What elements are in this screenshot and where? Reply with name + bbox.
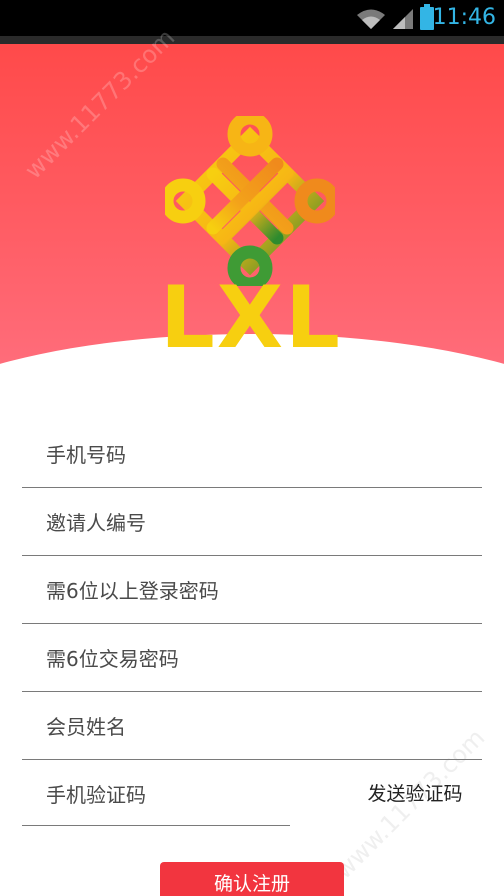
logo-wordmark: LXL	[160, 268, 342, 368]
inviter-id-field	[22, 488, 482, 556]
lxl-knot-logo-icon	[165, 116, 335, 286]
confirm-register-button[interactable]: 确认注册	[160, 862, 344, 896]
login-password-input[interactable]	[46, 574, 466, 608]
sms-code-input[interactable]	[46, 778, 276, 812]
inviter-id-input[interactable]	[46, 506, 466, 540]
action-bar	[0, 36, 504, 44]
header-banner: LXL	[0, 44, 504, 389]
phone-input[interactable]	[46, 438, 466, 472]
member-name-field	[22, 692, 482, 760]
trade-password-field	[22, 624, 482, 692]
status-time: 11:46	[432, 5, 496, 30]
signal-icon	[393, 9, 413, 29]
phone-field	[22, 420, 482, 488]
send-code-button[interactable]: 发送验证码	[360, 778, 470, 810]
trade-password-input[interactable]	[46, 642, 466, 676]
member-name-input[interactable]	[46, 710, 466, 744]
status-bar: 11:46	[0, 0, 504, 36]
login-password-field	[22, 556, 482, 624]
sms-code-field	[22, 760, 290, 826]
wifi-icon	[357, 9, 385, 29]
status-icons	[356, 4, 434, 30]
